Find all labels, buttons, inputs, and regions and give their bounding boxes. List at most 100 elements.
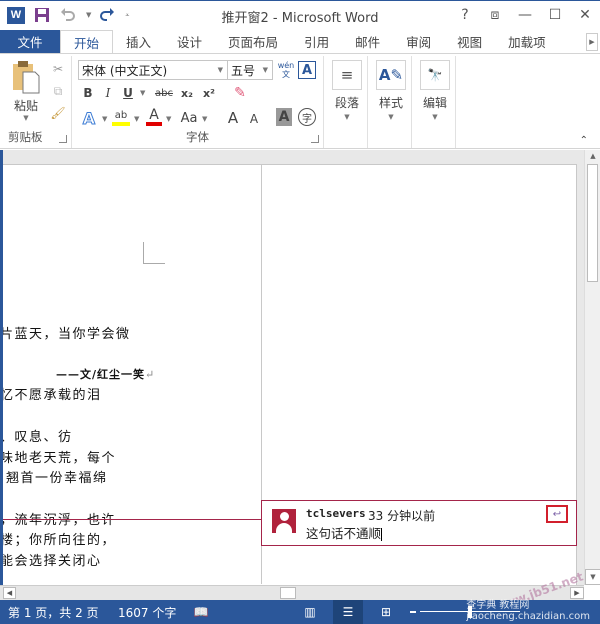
tab-design[interactable]: 设计 [164,30,215,53]
chevron-down-icon: ▼ [262,66,268,74]
comment-connector-line [0,519,262,520]
avatar [272,509,296,533]
italic-button[interactable]: I [100,85,116,101]
scroll-left-icon[interactable]: ◀ [3,587,16,599]
read-mode-icon[interactable]: ▥ [301,603,319,620]
vertical-scrollbar[interactable]: ▲ ▼ [584,150,600,585]
paste-icon [13,61,40,94]
doc-line: 、叹息、彷 [0,430,73,445]
tab-home[interactable]: 开始 [60,30,114,54]
reply-comment-button[interactable]: ↩ [546,505,568,523]
phonetic-guide-icon[interactable]: wén 文 [276,59,296,81]
highlight-dropdown-icon[interactable]: ▼ [134,115,139,123]
proofing-icon[interactable]: 📖 [192,603,210,620]
clear-formatting-icon[interactable]: ✎ [230,83,250,103]
binoculars-icon: 🔭 [420,60,450,90]
text-effects-button[interactable]: A [80,108,98,128]
font-launcher-icon[interactable] [311,135,319,143]
word-count[interactable]: 1607 个字 [118,604,176,621]
font-color-dropdown-icon[interactable]: ▼ [166,115,171,123]
superscript-button[interactable]: x² [200,85,218,101]
chevron-down-icon: ▼ [388,113,394,121]
strikethrough-button[interactable]: abc [152,85,176,101]
font-name-combo[interactable]: 宋体 (中文正文) ▼ [78,60,228,80]
character-border-icon[interactable]: A [298,61,316,79]
print-layout-icon[interactable]: ☰ [333,600,363,624]
grow-font-button[interactable]: A [224,108,242,128]
tab-review[interactable]: 审阅 [393,30,444,53]
clipboard-launcher-icon[interactable] [59,135,67,143]
document-area: 片蓝天，当你学会微 ——文/红尘一笑↵ 忆不愿承载的泪 、叹息、彷 味地老天荒，… [0,150,584,585]
ribbon-tabs: 文件 开始 插入 设计 页面布局 引用 邮件 审阅 视图 加载项 [0,30,600,54]
text-cursor [381,528,383,541]
tab-view[interactable]: 视图 [444,30,495,53]
close-button[interactable]: ✕ [570,4,600,26]
change-case-button[interactable]: Aa [178,108,200,128]
watermark: 查字典 教程网 jiaocheng.chazidian.com [466,600,590,622]
tab-references[interactable]: 引用 [291,30,342,53]
underline-button[interactable]: U [120,85,136,101]
tab-addins[interactable]: 加载项 [495,30,559,53]
doc-line: 楼；你所向往的， [0,533,117,548]
paragraph-icon: ≡ [332,60,362,90]
format-painter-icon[interactable]: 🖌 [48,104,68,122]
comment-balloon[interactable]: tclsevers 33 分钟以前 这句话不通顺 ↩ [261,500,577,546]
chevron-down-icon: ▼ [217,66,223,74]
tab-scroll-right-icon[interactable]: ▶ [586,33,598,51]
web-layout-icon[interactable]: ⊞ [377,603,395,620]
tab-page-layout[interactable]: 页面布局 [215,30,291,53]
font-color-button[interactable]: A [146,107,162,126]
subscript-button[interactable]: x₂ [178,85,196,101]
tab-mailings[interactable]: 邮件 [342,30,393,53]
font-group: 宋体 (中文正文) ▼ 五号 ▼ wén 文 A B I U ▼ abc x₂ x² … [72,56,324,148]
scroll-down-icon[interactable]: ▼ [585,569,600,585]
underline-dropdown-icon[interactable]: ▼ [140,89,145,97]
character-shading-button[interactable]: A [276,108,292,126]
scroll-up-icon[interactable]: ▲ [587,150,599,162]
minimize-button[interactable]: — [510,4,540,26]
page-top-edge [0,164,577,165]
editing-group: 🔭 编辑 ▼ [412,56,456,148]
shrink-font-button[interactable]: A [246,110,262,128]
page-count[interactable]: 第 1 页，共 2 页 [8,604,99,621]
help-button[interactable]: ? [450,4,480,26]
copy-icon[interactable]: ⧉ [48,82,68,100]
font-size-combo[interactable]: 五号 ▼ [227,60,273,80]
paragraph-mark-icon: ↵ [145,368,156,381]
paragraph-group: ≡ 段落 ▼ [324,56,368,148]
chevron-down-icon: ▼ [432,113,438,121]
editing-button[interactable]: 🔭 编辑 ▼ [412,60,458,121]
horizontal-scroll-thumb[interactable] [280,587,296,599]
window-left-edge [0,150,3,598]
tab-file[interactable]: 文件 [0,30,60,53]
paste-button[interactable]: 粘贴 ▼ [8,60,44,122]
cut-icon[interactable]: ✂ [48,60,68,78]
comment-text-field[interactable]: 这句话不通顺 [306,523,383,542]
paragraph-button[interactable]: ≡ 段落 ▼ [324,60,370,121]
maximize-button[interactable]: ☐ [540,4,570,26]
styles-icon: A✎ [376,60,406,90]
ribbon-display-options-button[interactable]: ⧈ [480,4,510,26]
change-case-dropdown-icon[interactable]: ▼ [202,115,207,123]
zoom-out-icon[interactable] [410,611,416,613]
margin-corner-mark [143,242,165,264]
document-page[interactable]: 片蓝天，当你学会微 ——文/红尘一笑↵ 忆不愿承载的泪 、叹息、彷 味地老天荒，… [0,164,577,585]
doc-line: 忆不愿承载的泪 [0,388,102,403]
paste-dropdown-icon[interactable]: ▼ [8,114,44,122]
comment-author: tclsevers [306,507,366,520]
reply-icon: ↩ [552,508,562,520]
tab-insert[interactable]: 插入 [113,30,164,53]
bold-button[interactable]: B [80,85,96,101]
status-bar: 第 1 页，共 2 页 1607 个字 📖 ▥ ☰ ⊞ 查字典 教程网 jiaoc… [0,600,600,624]
doc-line: 能会选择关闭心 [0,554,102,569]
enclose-characters-button[interactable]: 字 [298,108,316,126]
doc-line: 片蓝天，当你学会微 [0,327,131,342]
text-effects-dropdown-icon[interactable]: ▼ [102,115,107,123]
highlight-button[interactable]: ab [112,108,130,126]
doc-signature: ——文/红尘一笑↵ [56,368,156,381]
collapse-ribbon-icon[interactable]: ⌃ [580,135,588,146]
doc-line: 翘首一份幸福绵 [6,471,108,486]
styles-button[interactable]: A✎ 样式 ▼ [368,60,414,121]
vertical-scroll-thumb[interactable] [587,164,598,282]
doc-line: 味地老天荒，每个 [0,451,117,466]
